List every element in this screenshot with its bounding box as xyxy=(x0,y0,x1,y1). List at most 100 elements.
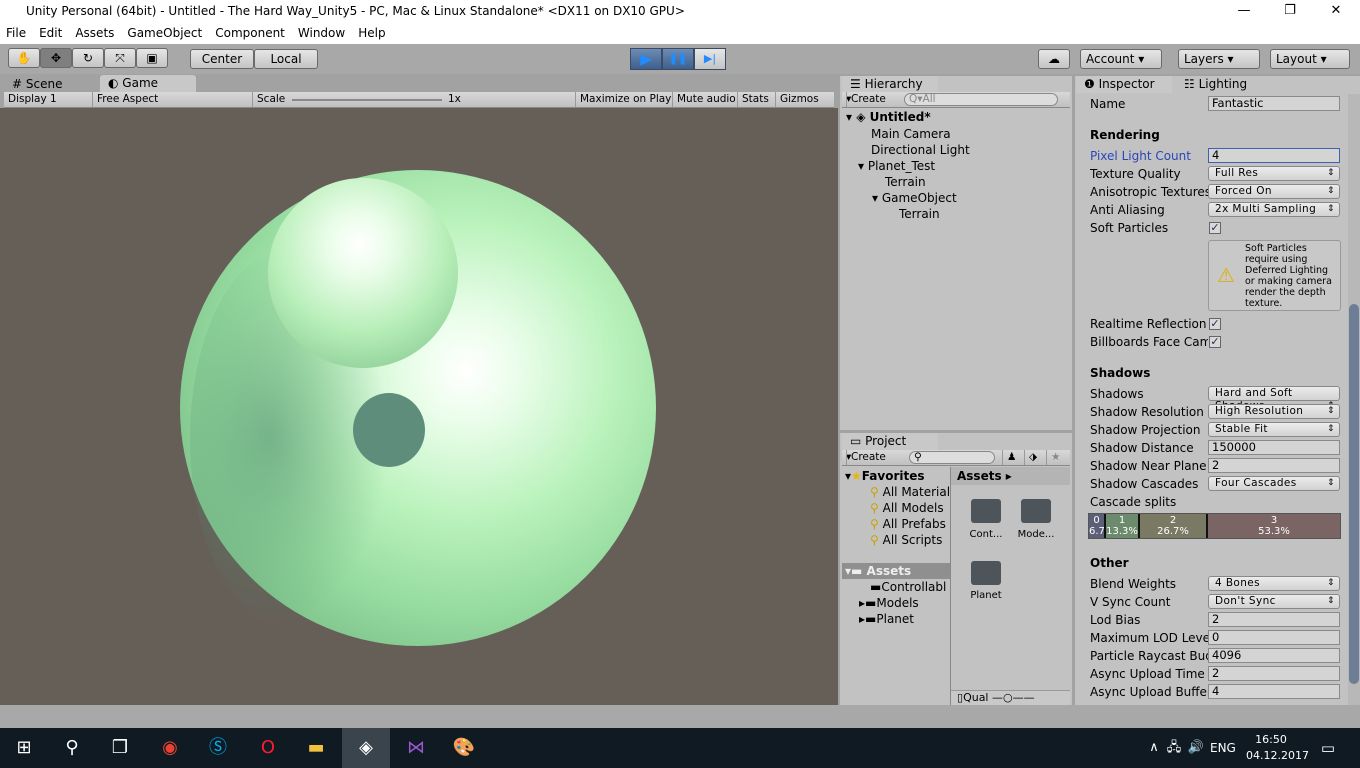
assets-root-node[interactable]: ▾▬ Assets xyxy=(842,563,950,579)
vsync-dropdown[interactable]: Don't Sync xyxy=(1208,594,1340,609)
game-view[interactable] xyxy=(0,108,838,705)
minimize-button[interactable]: — xyxy=(1221,0,1267,22)
windows-start-icon[interactable]: ⊞ xyxy=(0,728,48,768)
rotate-tool-icon[interactable]: ↻ xyxy=(72,48,104,68)
menu-component[interactable]: Component xyxy=(215,22,285,44)
language-indicator[interactable]: ENG xyxy=(1210,741,1236,755)
filter-label-icon[interactable]: ⬗ xyxy=(1024,450,1041,465)
favorites-node[interactable]: ▾★Favorites xyxy=(845,468,925,484)
menu-assets[interactable]: Assets xyxy=(75,22,114,44)
favorite-star-icon[interactable]: ★ xyxy=(1046,450,1064,465)
hierarchy-item[interactable]: Main Camera xyxy=(871,126,951,142)
scene-root[interactable]: ▾ ◈ Untitled* xyxy=(846,109,931,125)
notifications-icon[interactable]: ▭ xyxy=(1304,728,1352,768)
scale-slider[interactable] xyxy=(292,99,442,101)
pivot-local-button[interactable]: Local xyxy=(254,49,318,69)
mute-audio-toggle[interactable]: Mute audio xyxy=(672,92,740,107)
tab-hierarchy[interactable]: ☰ Hierarchy xyxy=(842,76,938,93)
clock[interactable]: 16:50 04.12.2017 xyxy=(1246,732,1309,764)
hierarchy-item[interactable]: Terrain xyxy=(885,174,926,190)
inspector-scrollbar[interactable] xyxy=(1348,94,1360,705)
zoom-slider-bar[interactable]: ▯Qual —○—— xyxy=(951,690,1070,705)
tab-game[interactable]: ◐ Game xyxy=(100,75,196,92)
lod-bias-field[interactable]: 2 xyxy=(1208,612,1340,627)
shadow-cascades-dropdown[interactable]: Four Cascades xyxy=(1208,476,1340,491)
layout-dropdown[interactable]: Layout ▾ xyxy=(1270,49,1350,69)
account-dropdown[interactable]: Account ▾ xyxy=(1080,49,1162,69)
project-search-input[interactable]: ⚲ xyxy=(909,451,995,464)
tab-lighting[interactable]: ☷ Lighting xyxy=(1176,76,1272,93)
hierarchy-create-button[interactable]: Create ▾ xyxy=(842,92,886,107)
hierarchy-item[interactable]: ▾ Planet_Test xyxy=(858,158,935,174)
asset-folder[interactable]: ▬Controllabl xyxy=(870,579,946,595)
hand-tool-icon[interactable]: ✋ xyxy=(8,48,40,68)
stats-toggle[interactable]: Stats xyxy=(737,92,773,107)
pixel-light-field[interactable]: 4 xyxy=(1208,148,1340,163)
filter-type-icon[interactable]: ♟ xyxy=(1002,450,1020,465)
unity-icon[interactable]: ◈ xyxy=(342,728,390,768)
pause-button[interactable]: ❚❚ xyxy=(662,48,694,70)
aa-dropdown[interactable]: 2x Multi Sampling xyxy=(1208,202,1340,217)
scale-tool-icon[interactable]: ⤧ xyxy=(104,48,136,68)
aniso-dropdown[interactable]: Forced On xyxy=(1208,184,1340,199)
close-button[interactable]: ✕ xyxy=(1313,0,1359,22)
cascade-0[interactable]: 06.7% xyxy=(1089,514,1106,538)
asset-folder[interactable]: ▸▬Planet xyxy=(859,611,914,627)
aspect-dropdown[interactable]: Free Aspect xyxy=(92,92,252,107)
favorite-item[interactable]: ⚲ All Material xyxy=(870,484,950,500)
pivot-center-button[interactable]: Center xyxy=(190,49,254,69)
hierarchy-item[interactable]: Terrain xyxy=(899,206,940,222)
shadow-res-dropdown[interactable]: High Resolution xyxy=(1208,404,1340,419)
maximize-on-play-toggle[interactable]: Maximize on Play xyxy=(575,92,675,107)
billboards-checkbox[interactable]: ✓ xyxy=(1209,336,1221,348)
gizmos-dropdown[interactable]: Gizmos xyxy=(775,92,823,107)
cloud-icon[interactable]: ☁ xyxy=(1038,49,1070,69)
texture-quality-dropdown[interactable]: Full Res xyxy=(1208,166,1340,181)
menu-edit[interactable]: Edit xyxy=(39,22,62,44)
paint-icon[interactable]: 🎨 xyxy=(440,728,488,768)
max-lod-field[interactable]: 0 xyxy=(1208,630,1340,645)
search-icon[interactable]: ⚲ xyxy=(48,728,96,768)
favorite-item[interactable]: ⚲ All Scripts xyxy=(870,532,942,548)
task-view-icon[interactable]: ❐ xyxy=(96,728,144,768)
folder-icon[interactable] xyxy=(971,499,1001,523)
play-button[interactable]: ▶ xyxy=(630,48,662,70)
menu-help[interactable]: Help xyxy=(358,22,385,44)
cascade-3[interactable]: 3 53.3% xyxy=(1208,514,1340,538)
menu-window[interactable]: Window xyxy=(298,22,345,44)
soft-particles-checkbox[interactable]: ✓ xyxy=(1209,222,1221,234)
shadow-near-field[interactable]: 2 xyxy=(1208,458,1340,473)
tab-project[interactable]: ▭ Project xyxy=(842,433,938,450)
folder-icon[interactable] xyxy=(971,561,1001,585)
blend-dropdown[interactable]: 4 Bones xyxy=(1208,576,1340,591)
chrome-icon[interactable]: ◉ xyxy=(146,728,194,768)
maximize-button[interactable]: ❐ xyxy=(1267,0,1313,22)
favorite-item[interactable]: ⚲ All Prefabs xyxy=(870,516,946,532)
layers-dropdown[interactable]: Layers ▾ xyxy=(1178,49,1260,69)
folder-icon[interactable] xyxy=(1021,499,1051,523)
hierarchy-item[interactable]: ▾ GameObject xyxy=(872,190,957,206)
assets-breadcrumb[interactable]: Assets ▸ xyxy=(951,467,1070,485)
hierarchy-search-input[interactable]: Q▾All xyxy=(904,93,1058,106)
menu-file[interactable]: File xyxy=(6,22,26,44)
shadows-dropdown[interactable]: Hard and Soft Shadows xyxy=(1208,386,1340,413)
rect-tool-icon[interactable]: ▣ xyxy=(136,48,168,68)
favorite-item[interactable]: ⚲ All Models xyxy=(870,500,944,516)
name-field[interactable]: Fantastic xyxy=(1208,96,1340,111)
skype-icon[interactable]: Ⓢ xyxy=(194,728,242,768)
scrollbar-thumb[interactable] xyxy=(1349,304,1359,684)
tab-scene[interactable]: # Scene xyxy=(4,76,96,93)
async-time-field[interactable]: 2 xyxy=(1208,666,1340,681)
shadow-dist-field[interactable]: 150000 xyxy=(1208,440,1340,455)
menu-gameobject[interactable]: GameObject xyxy=(127,22,202,44)
raycast-field[interactable]: 4096 xyxy=(1208,648,1340,663)
project-create-button[interactable]: Create ▾ xyxy=(842,450,886,465)
display-dropdown[interactable]: Display 1 xyxy=(4,92,88,107)
asset-folder[interactable]: ▸▬Models xyxy=(859,595,919,611)
file-explorer-icon[interactable]: ▬ xyxy=(292,728,340,768)
async-buf-field[interactable]: 4 xyxy=(1208,684,1340,699)
tab-inspector[interactable]: ❶ Inspector xyxy=(1076,76,1172,93)
hierarchy-item[interactable]: Directional Light xyxy=(871,142,970,158)
cascade-1[interactable]: 1 13.3% xyxy=(1106,514,1140,538)
visual-studio-icon[interactable]: ⋈ xyxy=(392,728,440,768)
